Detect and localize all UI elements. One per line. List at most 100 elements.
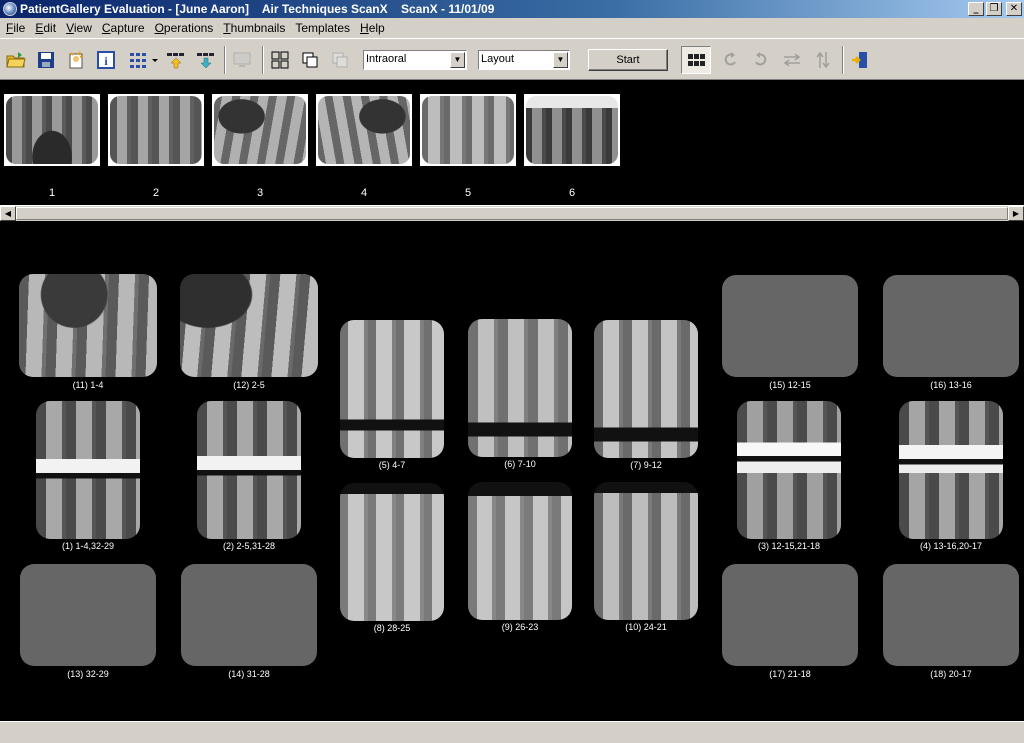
empty-slot <box>722 275 858 377</box>
mode-select[interactable]: Intraoral ▼ <box>363 50 467 70</box>
scrollbar-thumb[interactable] <box>16 207 1008 220</box>
slot-label: (8) 28-25 <box>373 623 411 633</box>
menu-help[interactable]: Help <box>356 21 391 35</box>
thumbnail-image[interactable] <box>108 94 204 166</box>
start-button[interactable]: Start <box>588 49 668 71</box>
slot-label: (14) 31-28 <box>228 669 270 679</box>
toolbar-separator <box>842 46 844 74</box>
menu-templates[interactable]: Templates <box>291 21 356 35</box>
thumbnail-image[interactable] <box>524 94 620 166</box>
slot-label: (7) 9-12 <box>630 460 662 470</box>
slot-label: (10) 24-21 <box>625 622 667 632</box>
window-controls: _ ❐ ✕ <box>968 2 1022 16</box>
xray-image <box>214 96 306 164</box>
chevron-down-icon[interactable]: ▼ <box>450 52 465 68</box>
slot-label: (15) 12-15 <box>769 380 811 390</box>
empty-slot <box>20 564 156 666</box>
xray-image <box>340 320 444 458</box>
thumbnail-strip: 1 2 3 4 5 6 <box>0 81 1024 205</box>
slot-label: (2) 2-5,31-28 <box>222 541 276 551</box>
thumbnail-image[interactable] <box>4 94 100 166</box>
xray-image <box>737 401 841 539</box>
window-title: PatientGallery Evaluation - [June Aaron]… <box>20 2 495 16</box>
menu-capture[interactable]: Capture <box>98 21 151 35</box>
toolbar: i Intraoral ▼ Layout ▼ Start <box>0 38 1024 80</box>
xray-image <box>110 96 202 164</box>
xray-image <box>180 274 318 377</box>
fmx-layout-area: (11) 1-4 (12) 2-5 (5) 4-7 (6) 7-10 (7) 9… <box>0 221 1024 721</box>
thumbnail-number: 6 <box>568 187 576 199</box>
xray-image <box>468 319 572 457</box>
scroll-right-icon[interactable]: ▶ <box>1008 206 1024 221</box>
save-icon[interactable] <box>34 48 58 72</box>
rotate-left-icon[interactable] <box>718 48 742 72</box>
slot-label: (4) 13-16,20-17 <box>919 541 983 551</box>
xray-image <box>197 401 301 539</box>
toolbar-separator <box>224 46 226 74</box>
slot-label: (3) 12-15,21-18 <box>757 541 821 551</box>
close-button[interactable]: ✕ <box>1006 2 1022 16</box>
layout-view-icon[interactable] <box>681 46 711 74</box>
copy-icon[interactable] <box>298 48 322 72</box>
thumbnail-image[interactable] <box>212 94 308 166</box>
slot-label: (16) 13-16 <box>930 380 972 390</box>
flip-vertical-icon[interactable] <box>811 48 835 72</box>
status-bar <box>0 721 1024 743</box>
thumbnail-number: 2 <box>152 187 160 199</box>
empty-slot <box>722 564 858 666</box>
minimize-button[interactable]: _ <box>968 2 984 16</box>
thumbnail-grid-icon[interactable] <box>126 48 160 72</box>
flip-horizontal-icon[interactable] <box>780 48 804 72</box>
template-grid-icon[interactable] <box>268 48 292 72</box>
thumbnail-number: 4 <box>360 187 368 199</box>
layout-select[interactable]: Layout ▼ <box>478 50 570 70</box>
slot-label: (5) 4-7 <box>378 460 406 470</box>
thumbnail-number: 5 <box>464 187 472 199</box>
menu-thumbnails[interactable]: Thumbnails <box>219 21 291 35</box>
layout-select-value: Layout <box>481 53 515 65</box>
xray-image <box>468 482 572 620</box>
exit-icon[interactable] <box>848 48 872 72</box>
restore-button[interactable]: ❐ <box>986 2 1002 16</box>
empty-slot <box>883 275 1019 377</box>
chevron-down-icon[interactable]: ▼ <box>553 52 568 68</box>
paste-icon[interactable] <box>328 48 352 72</box>
menu-bar: File Edit View Capture Operations Thumbn… <box>0 18 1024 38</box>
mode-select-value: Intraoral <box>366 53 407 65</box>
thumbnail-number: 1 <box>48 187 56 199</box>
xray-image <box>899 401 1003 539</box>
slot-label: (6) 7-10 <box>504 459 536 469</box>
xray-image <box>19 274 157 377</box>
slot-label: (11) 1-4 <box>72 380 104 390</box>
scroll-left-icon[interactable]: ◀ <box>0 206 16 221</box>
slot-label: (17) 21-18 <box>769 669 811 679</box>
slot-label: (13) 32-29 <box>67 669 109 679</box>
menu-view[interactable]: View <box>62 21 98 35</box>
menu-edit[interactable]: Edit <box>31 21 62 35</box>
xray-image <box>526 96 618 164</box>
open-folder-icon[interactable] <box>4 48 28 72</box>
new-patient-icon[interactable] <box>64 48 88 72</box>
xray-image <box>36 401 140 539</box>
slot-label: (9) 26-23 <box>501 622 539 632</box>
app-icon[interactable] <box>3 2 17 16</box>
menu-operations[interactable]: Operations <box>151 21 220 35</box>
thumbnail-image[interactable] <box>316 94 412 166</box>
xray-image <box>422 96 514 164</box>
thumbnail-number: 3 <box>256 187 264 199</box>
empty-slot <box>883 564 1019 666</box>
monitor-icon[interactable] <box>230 48 254 72</box>
move-down-icon[interactable] <box>194 48 218 72</box>
title-bar: PatientGallery Evaluation - [June Aaron]… <box>0 0 1024 18</box>
slot-label: (18) 20-17 <box>930 669 972 679</box>
xray-image <box>318 96 410 164</box>
horizontal-scrollbar[interactable]: ◀ ▶ <box>0 205 1024 221</box>
xray-image <box>340 483 444 621</box>
move-up-icon[interactable] <box>164 48 188 72</box>
menu-file[interactable]: File <box>2 21 31 35</box>
xray-image <box>594 320 698 458</box>
info-icon[interactable]: i <box>94 48 118 72</box>
thumbnail-image[interactable] <box>420 94 516 166</box>
xray-image <box>594 482 698 620</box>
rotate-right-icon[interactable] <box>749 48 773 72</box>
